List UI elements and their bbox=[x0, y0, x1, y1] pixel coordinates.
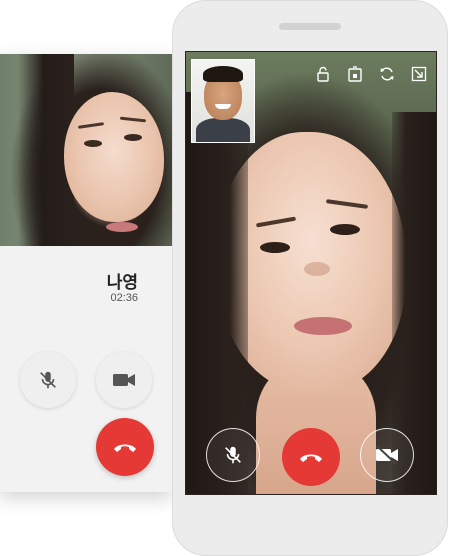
video-call-button[interactable] bbox=[96, 352, 152, 408]
contact-photo bbox=[0, 54, 172, 246]
phone-speaker bbox=[279, 23, 341, 30]
mic-off-icon bbox=[40, 371, 56, 389]
voice-call-card: 나영 02:36 bbox=[0, 54, 172, 492]
unlock-icon bbox=[317, 66, 329, 82]
video-call-screen bbox=[185, 51, 437, 495]
call-duration: 02:36 bbox=[110, 292, 138, 304]
rotate-lock-button[interactable] bbox=[346, 65, 364, 83]
end-call-button[interactable] bbox=[96, 418, 154, 476]
hang-up-icon bbox=[114, 444, 136, 452]
video-end-call-button[interactable] bbox=[282, 428, 340, 486]
phone-frame bbox=[172, 0, 448, 556]
minimize-icon bbox=[411, 66, 427, 82]
top-toolbar bbox=[314, 65, 428, 83]
self-view-thumbnail[interactable] bbox=[191, 59, 255, 143]
switch-camera-icon bbox=[380, 67, 394, 81]
switch-camera-button[interactable] bbox=[378, 65, 396, 83]
unlock-button[interactable] bbox=[314, 65, 332, 83]
minimize-button[interactable] bbox=[410, 65, 428, 83]
video-camera-icon bbox=[113, 374, 135, 386]
video-off-button[interactable] bbox=[360, 428, 414, 482]
video-mute-button[interactable] bbox=[206, 428, 260, 482]
screen-rotate-lock-icon bbox=[348, 66, 362, 82]
mic-off-icon bbox=[225, 446, 241, 464]
video-off-icon bbox=[376, 445, 398, 465]
hang-up-icon bbox=[300, 454, 322, 462]
mute-button[interactable] bbox=[20, 352, 76, 408]
contact-name: 나영 bbox=[106, 273, 138, 292]
